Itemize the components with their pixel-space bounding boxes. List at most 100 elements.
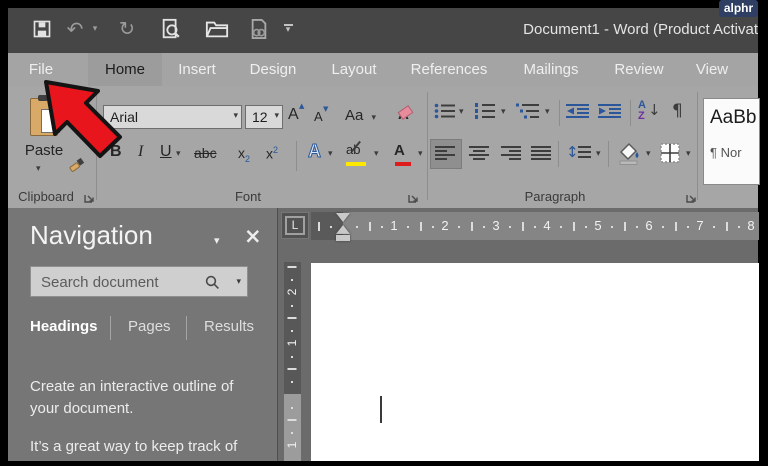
link-document-icon: [249, 18, 269, 40]
nav-tab-separator: [186, 316, 187, 340]
show-marks-button[interactable]: ¶: [672, 101, 683, 121]
multilevel-list-button[interactable]: [516, 103, 540, 119]
tab-review[interactable]: Review: [606, 53, 672, 86]
align-right-button[interactable]: [500, 145, 522, 161]
borders-button[interactable]: [660, 143, 680, 163]
tab-mailings[interactable]: Mailings: [513, 53, 589, 86]
decrease-indent-button[interactable]: [566, 103, 590, 119]
decrease-indent-icon: [566, 103, 590, 119]
font-color-dropdown-icon[interactable]: ▾: [418, 149, 423, 159]
group-separator: [697, 92, 698, 200]
style-preview-text: AaBb: [710, 107, 756, 129]
search-input[interactable]: [39, 271, 203, 293]
redo-button[interactable]: ↻: [114, 16, 140, 42]
tab-design[interactable]: Design: [246, 53, 300, 86]
bullets-button[interactable]: [434, 103, 456, 119]
sort-arrow-icon: ↓: [648, 101, 661, 119]
qat-customize-button[interactable]: ▾: [280, 16, 296, 42]
ruler-number: 1: [285, 340, 299, 347]
font-dialog-launcher[interactable]: [408, 192, 419, 203]
left-indent-marker[interactable]: [336, 235, 350, 241]
tab-layout[interactable]: Layout: [327, 53, 381, 86]
sort-button[interactable]: A Z ↓: [638, 99, 664, 125]
open-button[interactable]: [202, 16, 232, 42]
font-size-select[interactable]: 12 ▾: [245, 105, 283, 129]
undo-button[interactable]: ↶: [62, 16, 88, 42]
line-spacing-button[interactable]: ↕: [566, 141, 594, 165]
strikethrough-button[interactable]: abc: [194, 145, 217, 161]
save-icon: [32, 19, 52, 39]
align-left-icon: [434, 145, 456, 161]
italic-button[interactable]: I: [138, 143, 143, 161]
numbering-button[interactable]: [474, 103, 496, 119]
caret-down-icon: ▼: [323, 105, 328, 113]
clipboard-dialog-launcher[interactable]: [84, 192, 95, 203]
clear-formatting-button[interactable]: A: [398, 106, 409, 123]
tab-stop-selector[interactable]: L: [281, 212, 309, 239]
nav-options-chevron-icon[interactable]: ▾: [214, 234, 220, 247]
tab-references[interactable]: References: [408, 53, 490, 86]
change-case-button[interactable]: Aa ▾: [345, 107, 376, 124]
highlight-button[interactable]: ab: [346, 142, 368, 166]
multilevel-dropdown-icon[interactable]: ▾: [545, 107, 550, 117]
nav-tab-results[interactable]: Results: [204, 318, 254, 335]
first-line-indent-marker[interactable]: [336, 213, 350, 222]
numbering-dropdown-icon[interactable]: ▾: [501, 107, 506, 117]
grow-font-button[interactable]: A ▲: [288, 106, 299, 124]
page[interactable]: [311, 263, 759, 461]
increase-indent-button[interactable]: [598, 103, 622, 119]
edit-links-button[interactable]: [246, 16, 272, 42]
borders-dropdown-icon[interactable]: ▾: [686, 149, 691, 159]
vertical-ruler[interactable]: 211: [284, 262, 301, 461]
shading-button[interactable]: [616, 140, 642, 166]
horizontal-ruler[interactable]: 12345678: [311, 212, 759, 240]
align-left-button[interactable]: [434, 145, 456, 161]
pointer-arrow: [42, 78, 124, 160]
font-color-label: A: [394, 142, 405, 159]
nav-tab-headings[interactable]: Headings: [30, 318, 98, 335]
button-separator: [630, 100, 631, 126]
undo-dropdown-icon[interactable]: ▾: [90, 16, 100, 42]
font-color-button[interactable]: A: [394, 142, 412, 166]
ruler-tick: [534, 226, 536, 228]
window-title: Document1 - Word (Product Activat: [523, 21, 758, 38]
search-icon[interactable]: [205, 275, 220, 290]
ruler-tick: [369, 222, 371, 231]
ruler-number: 6: [645, 218, 652, 233]
font-group-label: Font: [188, 189, 308, 204]
shrink-font-button[interactable]: A ▼: [314, 109, 323, 124]
bullets-dropdown-icon[interactable]: ▾: [459, 107, 464, 117]
multilevel-list-icon: [516, 103, 540, 119]
tab-view[interactable]: View: [690, 53, 734, 86]
paragraph-dialog-launcher[interactable]: [686, 192, 697, 203]
ruler-tick: [573, 222, 575, 231]
style-normal-item[interactable]: AaBb ¶ Nor: [703, 98, 760, 185]
highlight-dropdown-icon[interactable]: ▾: [374, 149, 379, 159]
paste-dropdown-icon[interactable]: ▾: [36, 164, 41, 174]
chevron-down-icon: ▾: [233, 111, 238, 121]
text-effects-dropdown-icon[interactable]: ▾: [328, 149, 333, 159]
hanging-indent-marker[interactable]: [336, 225, 350, 234]
font-color-bar: [395, 162, 411, 166]
bullets-icon: [434, 103, 456, 119]
ruler-tick: [318, 222, 320, 231]
line-spacing-dropdown-icon[interactable]: ▾: [596, 149, 601, 159]
ruler-tick: [291, 381, 293, 383]
underline-dropdown-icon[interactable]: ▾: [176, 149, 181, 159]
ruler-number: 1: [390, 218, 397, 233]
superscript-button[interactable]: x2: [266, 145, 278, 162]
text-effects-button[interactable]: A: [308, 141, 321, 162]
justify-button[interactable]: [530, 145, 552, 161]
print-preview-button[interactable]: [158, 16, 184, 42]
save-button[interactable]: [30, 16, 54, 42]
search-dropdown-icon[interactable]: ▾: [236, 277, 241, 287]
underline-button[interactable]: U: [160, 143, 172, 161]
nav-close-icon[interactable]: ×: [244, 224, 262, 248]
tab-insert[interactable]: Insert: [170, 53, 224, 86]
shading-dropdown-icon[interactable]: ▾: [646, 149, 651, 159]
nav-tab-pages[interactable]: Pages: [128, 318, 171, 335]
align-center-button[interactable]: [468, 145, 490, 161]
nav-search-box[interactable]: ▾: [30, 266, 248, 297]
subscript-button[interactable]: x2: [238, 145, 250, 164]
button-separator: [559, 100, 560, 126]
